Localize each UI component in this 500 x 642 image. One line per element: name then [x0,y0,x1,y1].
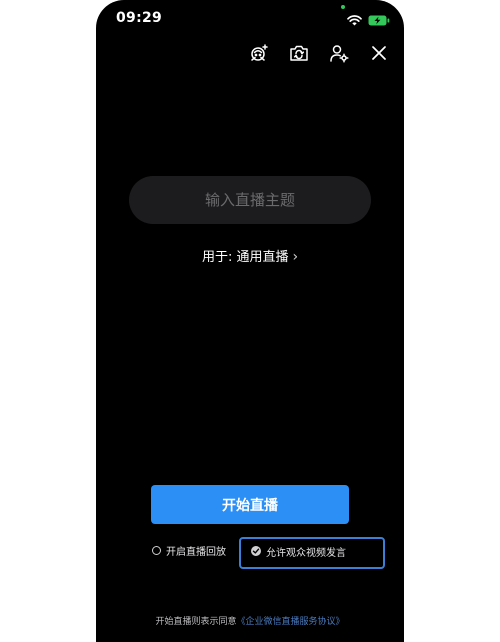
status-icons [347,11,390,30]
status-time: 09:29 [116,10,163,26]
topic-input[interactable] [129,176,371,224]
agreement-prefix: 开始直播则表示同意 [155,617,237,627]
user-settings-icon[interactable] [328,42,350,64]
top-toolbar [248,42,390,64]
wifi-icon [347,11,362,30]
usage-selector[interactable]: 用于: 通用直播 › [96,246,404,265]
flip-camera-icon[interactable] [288,42,310,64]
agreement-text: 开始直播则表示同意《企业微信直播服务协议》 [96,614,404,627]
service-agreement-link[interactable]: 《企业微信直播服务协议》 [237,617,345,627]
replay-label: 开启直播回放 [166,546,226,558]
start-live-button[interactable]: 开始直播 [151,485,349,524]
close-icon[interactable] [368,42,390,64]
privacy-indicator-dot [341,5,345,9]
replay-option[interactable]: 开启直播回放 [152,540,226,560]
usage-label: 用于: 通用直播 [201,250,289,265]
checkmark-icon[interactable] [251,546,261,556]
battery-icon [368,11,390,30]
viewer-speech-label: 允许观众视频发言 [266,547,346,559]
beauty-icon[interactable] [248,42,270,64]
status-bar: 09:29 [96,0,404,34]
live-setup-screen: 09:29 输入直播主题 用于: 通用直播 › 开始直播 开启直播回放 允许观众… [96,0,404,642]
replay-radio[interactable] [152,545,161,555]
chevron-right-icon: › [292,249,299,265]
viewer-speech-option[interactable]: 允许观众视频发言 [239,537,385,569]
